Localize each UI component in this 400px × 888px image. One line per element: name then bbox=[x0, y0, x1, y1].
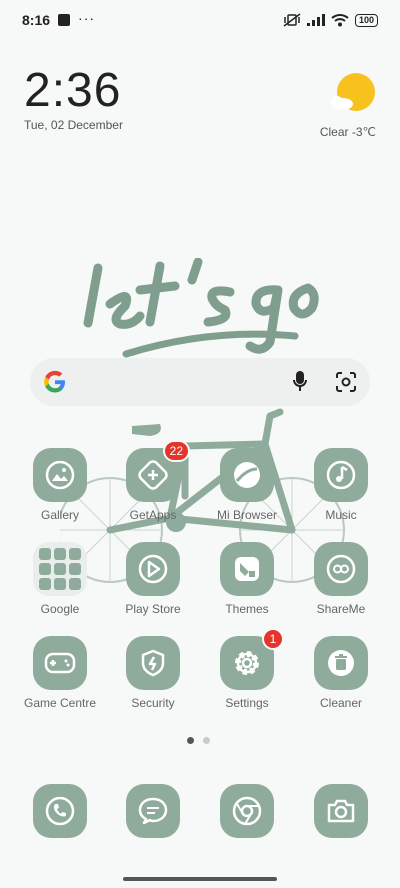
app-shareme[interactable]: ShareMe bbox=[295, 542, 387, 616]
google-icon bbox=[44, 370, 65, 393]
app-label: Play Store bbox=[125, 602, 181, 616]
getapps-icon: 22 bbox=[126, 440, 190, 502]
wifi-icon bbox=[331, 14, 349, 27]
dock-phone[interactable] bbox=[33, 784, 87, 838]
app-label: Game Centre bbox=[23, 696, 97, 710]
clock-widget[interactable]: 2:36 Tue, 02 December bbox=[24, 64, 123, 133]
app-music[interactable]: Music bbox=[295, 448, 387, 522]
page-dot[interactable] bbox=[203, 737, 210, 744]
app-cleaner[interactable]: Cleaner bbox=[295, 636, 387, 710]
app-gallery[interactable]: Gallery bbox=[14, 448, 106, 522]
signal-icon bbox=[306, 14, 325, 26]
weather-description: Clear -3℃ bbox=[319, 125, 376, 139]
notification-badge: 1 bbox=[262, 628, 284, 650]
themes-icon bbox=[220, 542, 274, 596]
page-indicator[interactable] bbox=[187, 737, 210, 744]
gallery-icon bbox=[33, 448, 87, 502]
app-label: Google bbox=[40, 602, 80, 616]
play-store-icon bbox=[126, 542, 180, 596]
status-bar: 8:16 ··· 100 bbox=[0, 0, 400, 40]
google-lens-icon bbox=[336, 372, 356, 392]
lens-search-button[interactable] bbox=[334, 370, 358, 394]
app-security[interactable]: Security bbox=[107, 636, 199, 710]
weather-widget[interactable]: Clear -3℃ bbox=[320, 72, 376, 139]
google-search-bar[interactable] bbox=[30, 358, 370, 406]
more-notifications-icon: ··· bbox=[78, 10, 96, 26]
shield-icon bbox=[126, 636, 180, 690]
microphone-icon bbox=[293, 371, 307, 391]
status-right: 100 bbox=[283, 13, 378, 27]
dock-messages[interactable] bbox=[126, 784, 180, 838]
status-time: 8:16 bbox=[22, 12, 51, 28]
page-dot-active[interactable] bbox=[187, 737, 194, 744]
app-label: Gallery bbox=[40, 508, 79, 522]
dock-camera[interactable] bbox=[314, 784, 368, 838]
sun-cloud-icon bbox=[331, 73, 375, 111]
folder-icon bbox=[33, 542, 87, 596]
shareme-icon bbox=[314, 542, 368, 596]
status-left: 8:16 ··· bbox=[22, 10, 96, 28]
app-mi-browser[interactable]: Mi Browser bbox=[201, 448, 293, 522]
notification-icon bbox=[58, 14, 71, 26]
app-settings[interactable]: 1 Settings bbox=[201, 628, 293, 710]
trash-icon bbox=[314, 636, 368, 690]
home-indicator[interactable] bbox=[123, 877, 277, 881]
voice-search-button[interactable] bbox=[288, 370, 312, 394]
battery-icon: 100 bbox=[354, 13, 378, 27]
app-play-store[interactable]: Play Store bbox=[107, 542, 199, 616]
app-game-centre[interactable]: Game Centre bbox=[14, 636, 106, 710]
messages-icon bbox=[138, 797, 168, 825]
camera-icon bbox=[327, 799, 355, 823]
app-label: ShareMe bbox=[316, 602, 366, 616]
app-label: Music bbox=[325, 508, 357, 522]
phone-icon bbox=[45, 796, 75, 826]
app-label: Themes bbox=[225, 602, 269, 616]
app-label: Security bbox=[131, 696, 175, 710]
browser-icon bbox=[220, 448, 274, 502]
music-icon bbox=[314, 448, 368, 502]
app-label: Mi Browser bbox=[216, 508, 277, 522]
gamepad-icon bbox=[33, 636, 87, 690]
folder-google[interactable]: Google bbox=[14, 542, 106, 616]
notification-badge: 22 bbox=[162, 440, 190, 462]
app-label: Cleaner bbox=[319, 696, 363, 710]
clock-time: 2:36 bbox=[24, 64, 122, 117]
dock-chrome[interactable] bbox=[220, 784, 274, 838]
chrome-icon bbox=[232, 796, 262, 826]
mute-vibrate-icon bbox=[283, 13, 301, 27]
app-label: GetApps bbox=[129, 508, 177, 522]
app-getapps[interactable]: 22 GetApps bbox=[107, 440, 199, 522]
app-themes[interactable]: Themes bbox=[201, 542, 293, 616]
app-label: Settings bbox=[225, 696, 269, 710]
gear-icon: 1 bbox=[220, 628, 284, 690]
clock-date: Tue, 02 December bbox=[24, 118, 123, 132]
wallpaper-slogan bbox=[83, 258, 319, 358]
